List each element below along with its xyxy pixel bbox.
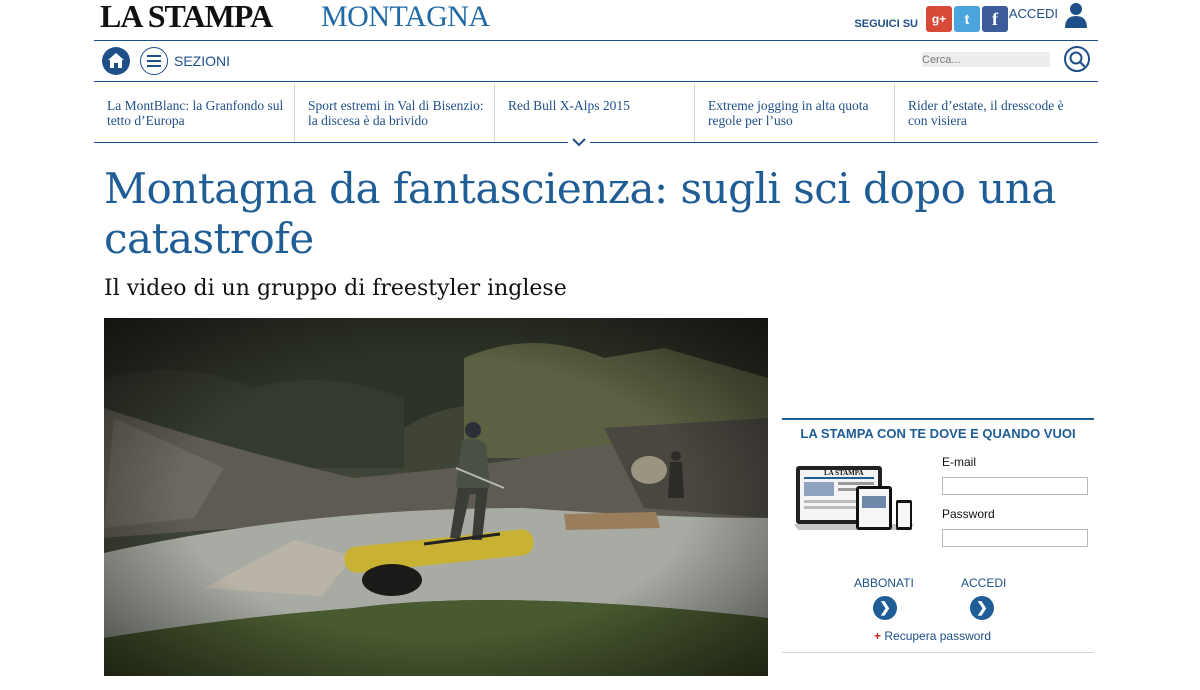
- related-article-link[interactable]: Extreme jogging in alta quota regole per…: [694, 84, 894, 142]
- chevron-right-icon: ❯: [879, 599, 891, 615]
- login-box-title: LA STAMPA CON TE DOVE E QUANDO VUOI: [800, 426, 1076, 441]
- login-box: LA STAMPA CON TE DOVE E QUANDO VUOI LA S…: [782, 418, 1094, 653]
- related-articles-strip: La MontBlanc: la Granfondo sul tetto d’E…: [94, 84, 1098, 143]
- user-icon[interactable]: [1064, 2, 1088, 28]
- gplus-icon[interactable]: g+: [926, 6, 952, 32]
- password-field[interactable]: [942, 529, 1088, 547]
- plus-icon: +: [874, 629, 882, 643]
- chevron-right-icon: ❯: [976, 599, 988, 615]
- recover-password-link[interactable]: + Recupera password: [874, 629, 991, 643]
- devices-illustration: LA STAMPA: [794, 466, 914, 530]
- search-button[interactable]: [1064, 46, 1090, 72]
- twitter-icon[interactable]: t: [954, 6, 980, 32]
- follow-label: SEGUICI SU: [854, 18, 918, 30]
- login-link[interactable]: ACCEDI: [1009, 6, 1058, 21]
- device-logo-text: LA STAMPA: [824, 469, 864, 477]
- facebook-icon[interactable]: f: [982, 6, 1008, 32]
- menu-icon: [147, 55, 161, 57]
- related-article-link[interactable]: La MontBlanc: la Granfondo sul tetto d’E…: [94, 84, 294, 142]
- main-navbar: SEZIONI: [94, 40, 1098, 82]
- search-icon: [1069, 51, 1086, 68]
- home-button[interactable]: [102, 47, 130, 75]
- recover-password-label[interactable]: Recupera password: [884, 629, 991, 643]
- home-icon: [108, 53, 124, 68]
- chevron-down-icon[interactable]: [568, 134, 590, 150]
- sections-label[interactable]: SEZIONI: [174, 53, 230, 69]
- search-input[interactable]: [922, 52, 1050, 67]
- related-article-link[interactable]: Rider d’estate, il dresscode è con visie…: [894, 84, 1094, 142]
- social-bar: SEGUICI SU g+ t f ACCEDI: [854, 2, 1094, 36]
- section-title[interactable]: MONTAGNA: [321, 0, 490, 34]
- brand-logo[interactable]: LA STAMPA: [100, 0, 273, 35]
- related-article-link[interactable]: Sport estremi in Val di Bisenzio: la dis…: [294, 84, 494, 142]
- login-button[interactable]: ❯: [970, 596, 994, 620]
- email-label: E-mail: [942, 455, 977, 469]
- freestyle-skier-image: [104, 318, 768, 676]
- login-box-label[interactable]: ACCEDI: [961, 576, 1006, 590]
- article-headline: Montagna da fantascienza: sugli sci dopo…: [104, 164, 1056, 263]
- email-field[interactable]: [942, 477, 1088, 495]
- subscribe-button[interactable]: ❯: [873, 596, 897, 620]
- subscribe-label[interactable]: ABBONATI: [854, 576, 914, 590]
- article-photo[interactable]: [104, 318, 768, 676]
- related-article-link[interactable]: Red Bull X-Alps 2015: [494, 84, 694, 142]
- article-subheadline: Il video di un gruppo di freestyler ingl…: [104, 276, 567, 301]
- menu-button[interactable]: [140, 47, 168, 75]
- password-label: Password: [942, 507, 995, 521]
